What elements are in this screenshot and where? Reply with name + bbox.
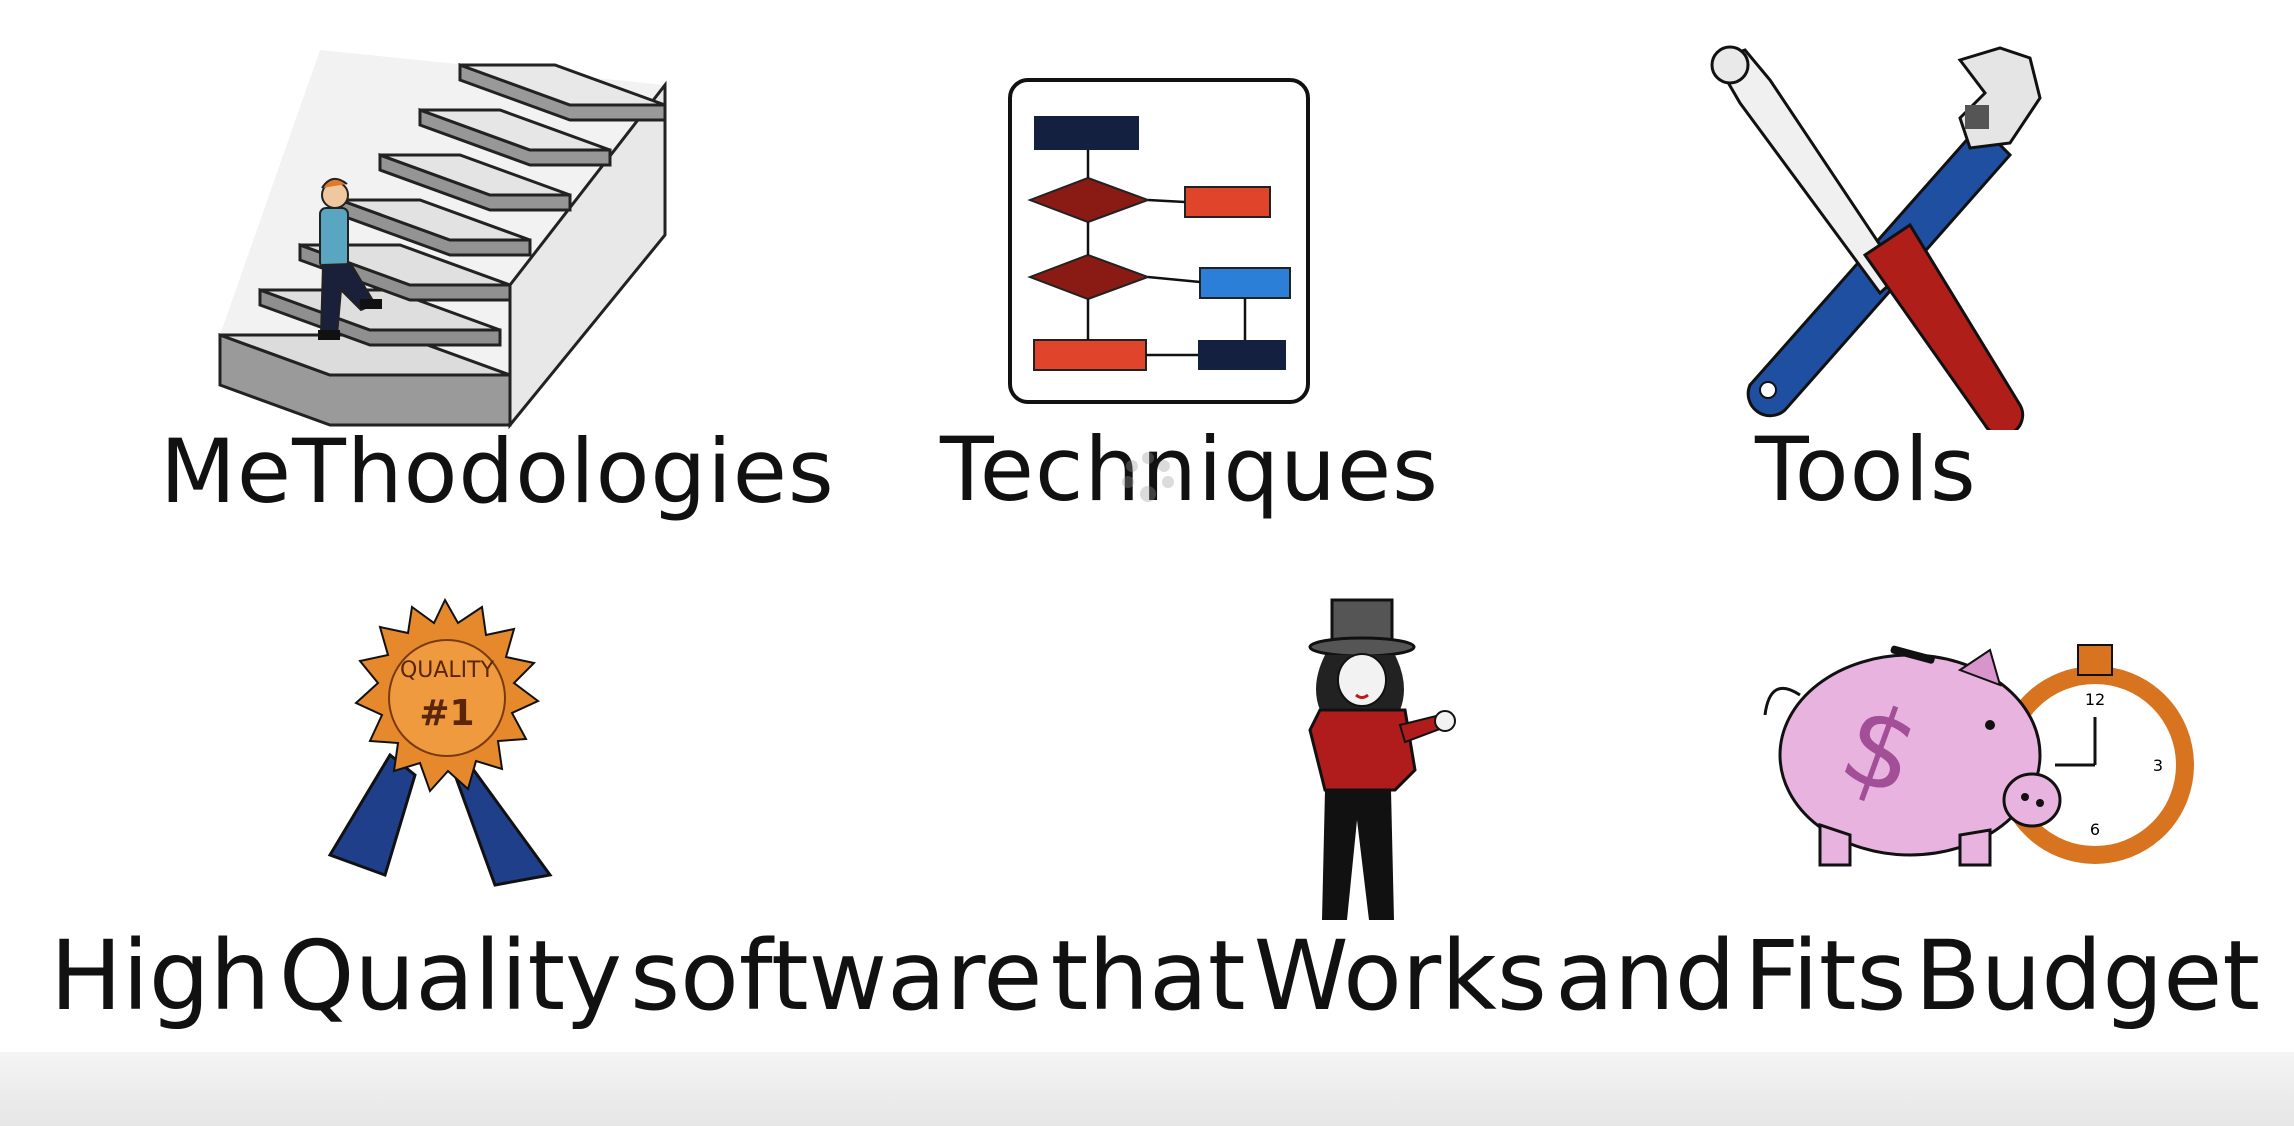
caption-word-high: High: [50, 920, 271, 1032]
clock-6-text: 6: [2090, 820, 2100, 839]
caption-word-fits: Fits: [1743, 920, 1907, 1032]
staircase-icon: [218, 50, 667, 430]
slide-caption: High Quality software that Works and Fit…: [50, 920, 2260, 1032]
loading-spinner-icon: [1122, 452, 1174, 502]
methodologies-label: MeThodologies: [160, 420, 835, 523]
piggy-bank-clock-icon: 12 3 6 $: [1763, 644, 2194, 867]
tools-icon: [1710, 45, 2042, 430]
tools-label: Tools: [1755, 418, 1977, 521]
caption-word-software: software: [630, 920, 1043, 1032]
caption-word-budget: Budget: [1914, 920, 2260, 1032]
magician-character-icon: [1308, 598, 1456, 920]
whiteboard-slide: MeThodologies Techniques Tools QUALITY #…: [0, 0, 2294, 1126]
clock-12-text: 12: [2085, 690, 2105, 709]
caption-word-works: Works: [1253, 920, 1547, 1032]
flowchart-icon: [1008, 78, 1310, 404]
techniques-label: Techniques: [940, 418, 1439, 521]
badge-quality-text: QUALITY: [400, 658, 495, 683]
caption-word-and: and: [1555, 920, 1736, 1032]
bottom-band: [0, 1052, 2294, 1126]
clock-3-text: 3: [2153, 756, 2163, 775]
caption-word-that: that: [1050, 920, 1246, 1032]
badge-number-text: #1: [419, 693, 474, 734]
caption-word-quality: Quality: [278, 920, 622, 1032]
quality-badge-icon: QUALITY #1: [327, 597, 553, 887]
